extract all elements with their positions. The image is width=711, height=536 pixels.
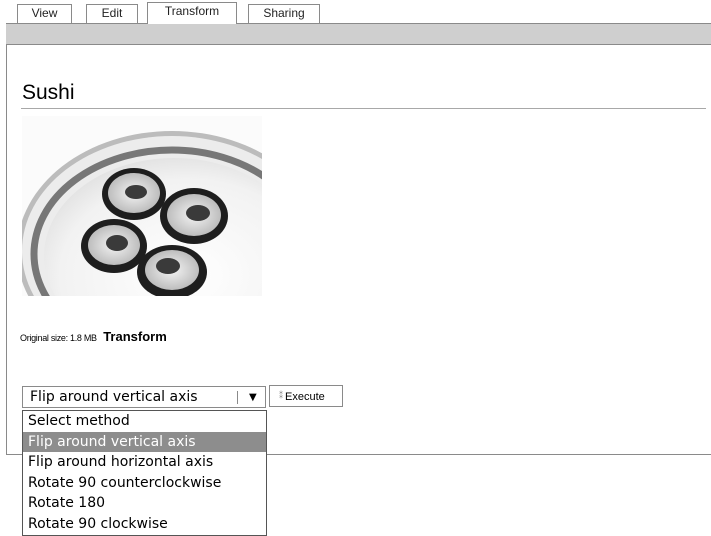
sushi-image [22, 116, 262, 296]
execute-label: Execute [285, 391, 325, 403]
chevron-down-icon[interactable]: ▼ [249, 389, 257, 406]
option-rotate-90-ccw[interactable]: Rotate 90 counterclockwise [23, 473, 266, 494]
tab-sharing[interactable]: Sharing [248, 4, 320, 23]
select-separator [237, 391, 238, 404]
image-meta: Original size: 1.8 MB Transform [20, 328, 167, 344]
option-rotate-90-cw[interactable]: Rotate 90 clockwise [23, 514, 266, 535]
method-dropdown-list: Select method Flip around vertical axis … [22, 410, 267, 536]
option-select-method[interactable]: Select method [23, 411, 266, 432]
option-flip-vertical[interactable]: Flip around vertical axis [23, 431, 266, 453]
tab-view[interactable]: View [17, 4, 72, 23]
tab-edit[interactable]: Edit [86, 4, 138, 23]
selected-method: Flip around vertical axis [30, 389, 198, 405]
execute-icon: ⁑ [279, 391, 283, 400]
original-size-label: Original size: 1.8 MB [20, 333, 97, 343]
tab-bar: View Edit Transform Sharing [0, 0, 711, 24]
transform-heading: Transform [103, 329, 167, 344]
tab-transform[interactable]: Transform [147, 2, 237, 24]
page-title: Sushi [22, 81, 75, 104]
transform-method-select[interactable]: Flip around vertical axis ▼ [22, 386, 266, 408]
option-rotate-180[interactable]: Rotate 180 [23, 493, 266, 514]
execute-button[interactable]: ⁑ Execute [269, 385, 343, 407]
tab-band [6, 23, 711, 45]
title-divider [21, 108, 706, 109]
option-flip-horizontal[interactable]: Flip around horizontal axis [23, 452, 266, 473]
content-frame-left [6, 45, 7, 455]
